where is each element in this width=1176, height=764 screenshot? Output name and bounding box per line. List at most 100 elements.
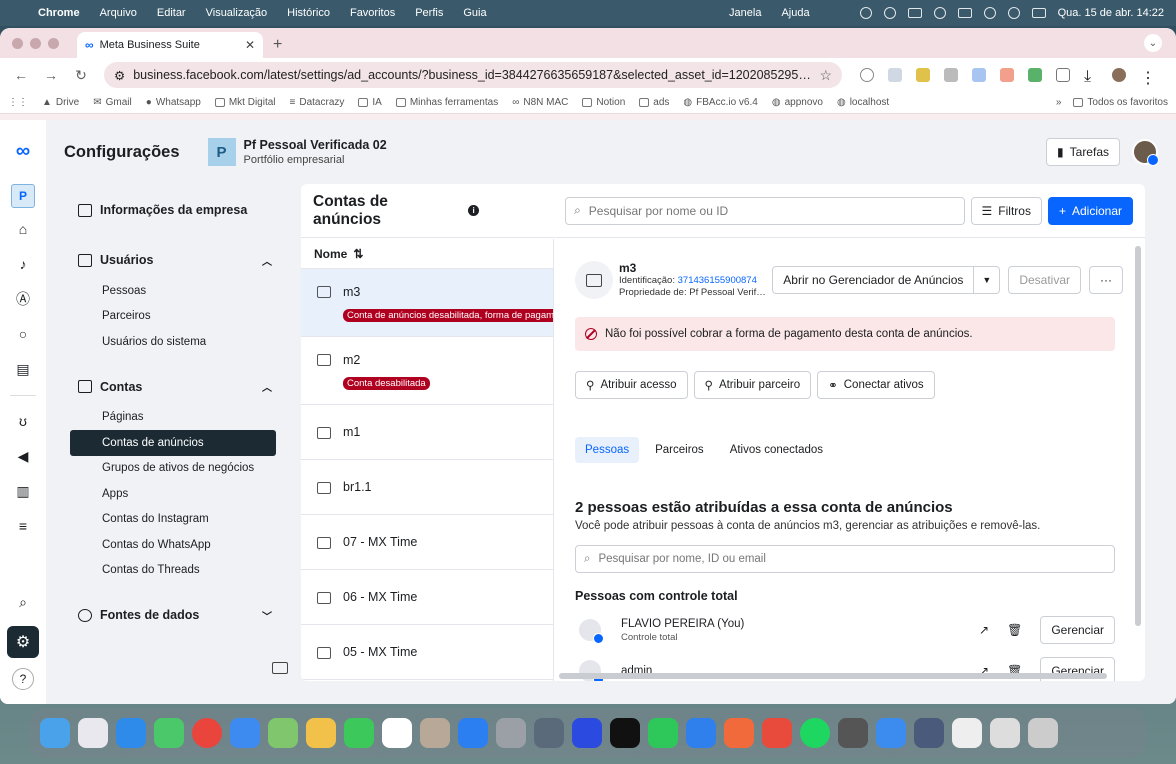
ad-account-row[interactable]: 06 - MX Time — [301, 570, 553, 625]
mail-icon[interactable] — [230, 718, 260, 748]
ad-account-row[interactable]: m3 Conta de anúncios desabilitada, forma… — [301, 269, 553, 337]
sidebar-item-system-users[interactable]: Usuários do sistema — [70, 329, 276, 355]
menu-visualizacao[interactable]: Visualização — [196, 7, 278, 19]
extension-icon[interactable] — [916, 68, 930, 82]
address-bar[interactable]: ⚙ business.facebook.com/latest/settings/… — [104, 62, 842, 88]
safari-icon[interactable] — [116, 718, 146, 748]
chat-icon[interactable]: ○ — [12, 323, 34, 345]
scrollbar-thumb[interactable] — [1135, 246, 1141, 626]
more-options-button[interactable]: ··· — [1089, 266, 1123, 294]
meta-verified-icon[interactable]: ʊ — [12, 410, 34, 432]
menu-app[interactable]: Chrome — [34, 7, 90, 19]
wifi-icon[interactable] — [983, 7, 996, 19]
sort-icon[interactable]: ⇅ — [353, 247, 363, 261]
back-icon[interactable]: ← — [8, 62, 34, 88]
bookmark-item[interactable]: IA — [358, 97, 382, 108]
menu-historico[interactable]: Histórico — [277, 7, 340, 19]
messages-icon[interactable] — [154, 718, 184, 748]
manage-button[interactable]: Gerenciar — [1040, 616, 1115, 644]
clock[interactable]: Qua. 15 de abr. 14:22 — [1058, 7, 1164, 19]
bookmark-item[interactable]: Mkt Digital — [214, 97, 276, 108]
menu-perfis[interactable]: Perfis — [405, 7, 453, 19]
extension-icon[interactable] — [972, 68, 986, 82]
profile-icon[interactable] — [1112, 68, 1126, 82]
chevron-down-icon[interactable]: ﹀ — [262, 608, 272, 623]
status-icon[interactable] — [907, 8, 922, 18]
app-store-icon[interactable] — [458, 718, 488, 748]
home-icon[interactable]: ⌂ — [12, 218, 34, 240]
all-bookmarks[interactable]: Todos os favoritos — [1073, 97, 1168, 108]
bookmark-star-icon[interactable]: ☆ — [819, 67, 832, 84]
whatsapp-icon[interactable] — [648, 718, 678, 748]
more-icon[interactable]: ⋮ — [1140, 68, 1156, 87]
app-icon[interactable] — [914, 718, 944, 748]
sidebar-item-threads[interactable]: Contas do Threads — [70, 558, 276, 584]
ad-account-row[interactable]: br1.1 — [301, 460, 553, 515]
help-icon[interactable]: ? — [12, 668, 34, 690]
menu-janela[interactable]: Janela — [719, 7, 771, 19]
bookmark-item[interactable]: ● Whatsapp — [146, 97, 201, 108]
megaphone-icon[interactable]: ◀ — [12, 445, 34, 467]
filters-button[interactable]: ☰ Filtros — [970, 196, 1042, 225]
close-window-button[interactable] — [12, 37, 23, 49]
maps-icon[interactable] — [268, 718, 298, 748]
chevron-up-icon[interactable]: ︿ — [262, 379, 272, 394]
more-bookmarks-icon[interactable]: » — [1056, 97, 1062, 108]
assign-partner-button[interactable]: ⚲ Atribuir parceiro — [693, 371, 812, 399]
browser-tab[interactable]: ∞ Meta Business Suite ✕ — [77, 32, 263, 58]
extension-icon[interactable] — [944, 68, 958, 82]
open-ads-manager-button[interactable]: Abrir no Gerenciador de Anúncios — [772, 266, 975, 294]
maximize-window-button[interactable] — [48, 37, 59, 49]
trash-icon[interactable] — [1028, 718, 1058, 748]
puzzle-icon[interactable] — [1056, 68, 1070, 82]
spotlight-icon[interactable] — [1007, 7, 1020, 19]
new-tab-icon[interactable]: + — [273, 36, 282, 54]
bookmark-item[interactable]: ◍ FBAcc.io v6.4 — [683, 97, 757, 108]
tab-partners[interactable]: Parceiros — [645, 437, 714, 463]
close-tab-icon[interactable]: ✕ — [245, 38, 255, 52]
extension-icon[interactable] — [888, 68, 902, 82]
id-link[interactable]: 371436155900874 — [678, 275, 757, 286]
meta-logo-icon[interactable]: ∞ — [16, 140, 30, 180]
forward-icon[interactable]: → — [38, 62, 64, 88]
search-icon[interactable]: ⌕ — [12, 591, 34, 613]
app-icon[interactable] — [534, 718, 564, 748]
bookmark-item[interactable]: ◍ appnovo — [772, 97, 823, 108]
bookmark-item[interactable]: ∞ N8N MAC — [512, 97, 568, 108]
people-search-input[interactable]: ⌕ Pesquisar por nome, ID ou email — [575, 545, 1115, 573]
deactivate-button[interactable]: Desativar — [1008, 266, 1081, 294]
menu-ajuda[interactable]: Ajuda — [771, 7, 819, 19]
settings-gear-icon[interactable]: ⚙ — [7, 626, 39, 658]
portfolio-selector[interactable]: Pf Pessoal Verificada 02 Portfólio empre… — [244, 138, 387, 166]
tab-connected-assets[interactable]: Ativos conectados — [720, 437, 833, 463]
sidebar-item-instagram[interactable]: Contas do Instagram — [70, 507, 276, 533]
sidebar-section-users[interactable]: Usuários ︿ — [70, 242, 276, 278]
app-icon[interactable] — [572, 718, 602, 748]
ad-account-row[interactable]: m1 — [301, 405, 553, 460]
content-icon[interactable]: ▤ — [12, 358, 34, 380]
downloads-icon[interactable] — [990, 718, 1020, 748]
menu-editar[interactable]: Editar — [147, 7, 196, 19]
extension-icon[interactable] — [1000, 68, 1014, 82]
system-settings-icon[interactable] — [496, 718, 526, 748]
menu-icon[interactable]: ≡ — [12, 515, 34, 537]
reload-icon[interactable]: ↻ — [68, 62, 94, 88]
bookmark-item[interactable]: Minhas ferramentas — [395, 97, 498, 108]
play-icon[interactable] — [933, 7, 946, 19]
ads-icon[interactable]: Ⓐ — [12, 288, 34, 310]
ad-accounts-search-input[interactable]: ⌕ Pesquisar por nome ou ID — [565, 196, 965, 225]
status-icon[interactable] — [883, 7, 896, 19]
bookmark-item[interactable]: ads — [639, 97, 669, 108]
ad-account-row[interactable]: m2 Conta desabilitada — [301, 337, 553, 405]
bookmark-item[interactable]: Notion — [582, 97, 625, 108]
tab-people[interactable]: Pessoas — [575, 437, 640, 463]
open-options-dropdown[interactable]: ▼ — [974, 266, 1001, 294]
user-avatar[interactable] — [1132, 139, 1159, 166]
bookmark-item[interactable]: ✉ Gmail — [93, 97, 132, 108]
sidebar-section-accounts[interactable]: Contas ︿ — [70, 369, 276, 405]
external-link-icon[interactable]: ↗ — [979, 623, 989, 637]
app-icon[interactable] — [952, 718, 982, 748]
portfolio-icon[interactable]: P — [207, 138, 236, 166]
extension-icon[interactable] — [1028, 68, 1042, 82]
menu-arquivo[interactable]: Arquivo — [90, 7, 147, 19]
